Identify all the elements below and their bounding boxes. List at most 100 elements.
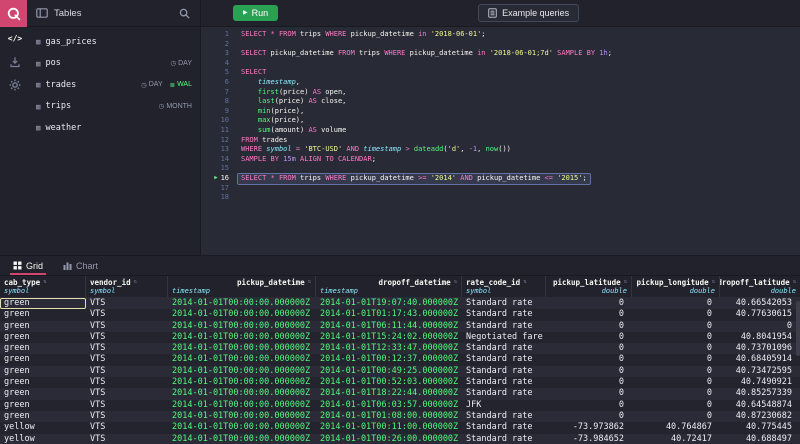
cell[interactable]: green	[0, 309, 86, 320]
cell[interactable]: Standard rate	[462, 434, 546, 444]
cell[interactable]: JFK	[462, 400, 546, 411]
editor-line[interactable]: 12 FROM trades	[201, 136, 800, 146]
cell[interactable]: green	[0, 354, 86, 365]
settings-nav-button[interactable]	[0, 73, 30, 96]
column-header-dropoff_datetime[interactable]: dropoff_datetime ⇅ timestamp	[316, 276, 462, 297]
grid-scrollbar-thumb[interactable]	[795, 301, 800, 356]
cell[interactable]: green	[0, 343, 86, 354]
table-row[interactable]: green VTS 2014-01-01T00:00:00.000000Z 2014-…	[0, 377, 800, 389]
cell[interactable]: 0	[632, 354, 720, 365]
cell[interactable]: yellow	[0, 434, 86, 444]
cell[interactable]: green	[0, 400, 86, 411]
console-nav-button[interactable]: </>	[0, 27, 30, 50]
cell[interactable]: Standard rate	[462, 354, 546, 365]
cell[interactable]: 2014-01-01T18:22:44.000000Z	[316, 388, 462, 399]
cell[interactable]: 0	[632, 332, 720, 343]
cell[interactable]: VTS	[86, 343, 168, 354]
cell[interactable]: VTS	[86, 377, 168, 388]
cell[interactable]: 2014-01-01T00:00:00.000000Z	[168, 298, 316, 309]
tab-grid[interactable]: Grid	[4, 256, 52, 275]
cell[interactable]: 0	[632, 309, 720, 320]
cell[interactable]: 0	[632, 298, 720, 309]
cell[interactable]: 2014-01-01T06:11:44.000000Z	[316, 321, 462, 332]
table-row[interactable]: green VTS 2014-01-01T00:00:00.000000Z 2014-…	[0, 331, 800, 344]
cell[interactable]: 40.775445	[720, 422, 800, 433]
example-queries-button[interactable]: Example queries	[478, 4, 580, 22]
table-row[interactable]: green VTS 2014-01-01T00:00:00.000000Z 2014-…	[0, 365, 800, 378]
editor-line[interactable]: 11 sum(amount) AS volume	[201, 126, 800, 136]
cell[interactable]: 0	[546, 298, 632, 309]
cell[interactable]: 2014-01-01T00:00:00.000000Z	[168, 400, 316, 411]
editor-line[interactable]: 6 timestamp,	[201, 78, 800, 88]
cell[interactable]: 40.8041954	[720, 332, 800, 343]
cell[interactable]: green	[0, 321, 86, 332]
cell[interactable]: green	[0, 366, 86, 377]
cell[interactable]: 0	[546, 411, 632, 422]
editor-line[interactable]: 4	[201, 59, 800, 69]
cell[interactable]: VTS	[86, 400, 168, 411]
cell[interactable]: 2014-01-01T00:00:00.000000Z	[168, 332, 316, 343]
cell[interactable]: 0	[632, 321, 720, 332]
import-nav-button[interactable]	[0, 50, 30, 73]
run-button[interactable]: ▶ Run	[233, 5, 279, 21]
cell[interactable]: 0	[546, 332, 632, 343]
cell[interactable]: 2014-01-01T01:17:43.000000Z	[316, 309, 462, 320]
cell[interactable]: 40.73472595	[720, 366, 800, 377]
cell[interactable]: 2014-01-01T01:08:00.000000Z	[316, 411, 462, 422]
cell[interactable]: 2014-01-01T00:49:25.000000Z	[316, 366, 462, 377]
column-header-pickup_latitude[interactable]: pickup_latitude ⇅ double	[546, 276, 632, 297]
cell[interactable]: 0	[546, 309, 632, 320]
column-header-cab_type[interactable]: cab_type ⇅ symbol	[0, 276, 86, 297]
cell[interactable]: 0	[632, 388, 720, 399]
cell[interactable]: green	[0, 298, 86, 309]
panel-toggle-icon[interactable]	[36, 8, 48, 18]
cell[interactable]: 2014-01-01T19:07:40.000000Z	[316, 298, 462, 309]
table-row[interactable]: green VTS 2014-01-01T00:00:00.000000Z 2014-…	[0, 298, 800, 310]
table-item-pos[interactable]: ▦ pos ◷ DAY	[30, 53, 200, 75]
cell[interactable]: Standard rate	[462, 343, 546, 354]
cell[interactable]: 0	[632, 366, 720, 377]
cell[interactable]: 2014-01-01T00:00:00.000000Z	[168, 309, 316, 320]
cell[interactable]: 0	[632, 411, 720, 422]
cell[interactable]: VTS	[86, 411, 168, 422]
cell[interactable]: 40.66542053	[720, 298, 800, 309]
cell[interactable]: 2014-01-01T00:00:00.000000Z	[168, 321, 316, 332]
cell[interactable]: 0	[546, 366, 632, 377]
editor-line[interactable]: 8 last(price) AS close,	[201, 97, 800, 107]
cell[interactable]: green	[0, 332, 86, 343]
cell[interactable]: green	[0, 377, 86, 388]
column-header-pickup_datetime[interactable]: pickup_datetime ⇅ timestamp	[168, 276, 316, 297]
cell[interactable]: 2014-01-01T00:12:37.000000Z	[316, 354, 462, 365]
cell[interactable]: 2014-01-01T06:03:57.000000Z	[316, 400, 462, 411]
tab-chart[interactable]: Chart	[54, 256, 107, 275]
cell[interactable]: Standard rate	[462, 309, 546, 320]
cell[interactable]: 0	[546, 321, 632, 332]
editor-line[interactable]: 10 max(price),	[201, 116, 800, 126]
cell[interactable]: yellow	[0, 422, 86, 433]
cell[interactable]: 40.77630615	[720, 309, 800, 320]
cell[interactable]: VTS	[86, 354, 168, 365]
cell[interactable]: 0	[546, 343, 632, 354]
cell[interactable]: 0	[632, 377, 720, 388]
table-row[interactable]: green VTS 2014-01-01T00:00:00.000000Z 2014-…	[0, 399, 800, 411]
editor-line[interactable]: 5 SELECT	[201, 68, 800, 78]
table-row[interactable]: green VTS 2014-01-01T00:00:00.000000Z 2014-…	[0, 354, 800, 366]
table-row[interactable]: yellow VTS 2014-01-01T00:00:00.000000Z 2014…	[0, 433, 800, 444]
cell[interactable]: VTS	[86, 309, 168, 320]
column-header-vendor_id[interactable]: vendor_id ⇅ symbol	[86, 276, 168, 297]
editor-line[interactable]: 3 SELECT pickup_datetime FROM trips WHERE…	[201, 49, 800, 59]
cell[interactable]: 2014-01-01T00:00:00.000000Z	[168, 411, 316, 422]
table-item-trades[interactable]: ▦ trades ◷ DAY ≣ WAL	[30, 74, 200, 96]
table-row[interactable]: green VTS 2014-01-01T00:00:00.000000Z 2014-…	[0, 343, 800, 355]
editor-line[interactable]: ▶ 16 SELECT * FROM trips WHERE pickup_date…	[201, 173, 800, 184]
cell[interactable]: VTS	[86, 366, 168, 377]
cell[interactable]: green	[0, 388, 86, 399]
cell[interactable]: 40.64548874	[720, 400, 800, 411]
cell[interactable]: 2014-01-01T00:00:00.000000Z	[168, 366, 316, 377]
column-header-dropoff_latitude[interactable]: dropoff_latitude ⇅ double	[720, 276, 800, 297]
cell[interactable]: 0	[546, 400, 632, 411]
column-header-pickup_longitude[interactable]: pickup_longitude ⇅ double	[632, 276, 720, 297]
cell[interactable]: 2014-01-01T00:00:00.000000Z	[168, 354, 316, 365]
editor-line[interactable]: 9 min(price),	[201, 107, 800, 117]
cell[interactable]: VTS	[86, 298, 168, 309]
